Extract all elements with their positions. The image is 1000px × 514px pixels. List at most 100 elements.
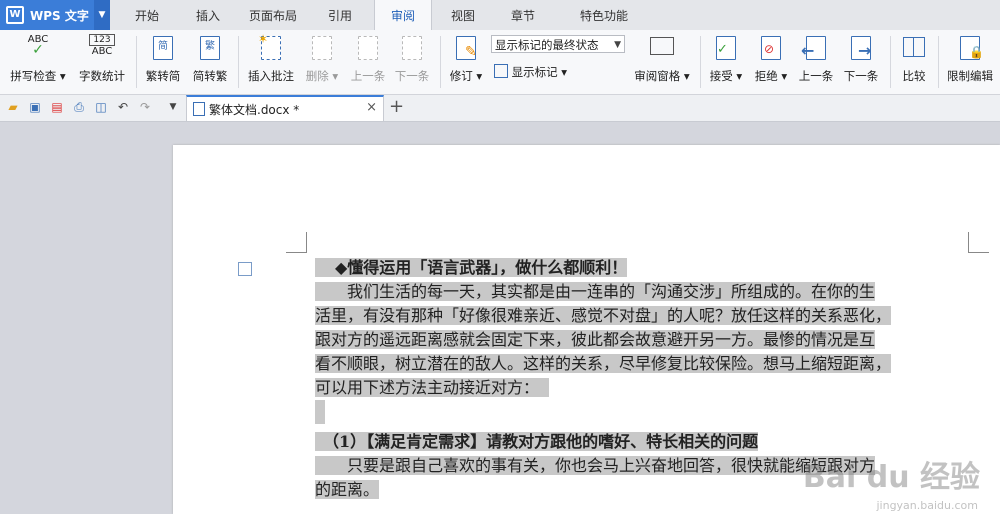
prev-change-label: 上一条 (798, 69, 834, 83)
paragraph-line: 看不顺眼，树立潜在的敌人。这样的关系，尽早修复比较保险。想马上缩短距离， (315, 354, 892, 373)
document-tab-name: 繁体文档.docx * (209, 103, 300, 117)
next-change-button[interactable]: → 下一条 (840, 34, 882, 90)
tab-chapter[interactable]: 章节 (501, 0, 545, 30)
document-tab[interactable]: 繁体文档.docx * × (186, 95, 384, 121)
paragraph-options-icon[interactable] (238, 262, 252, 276)
tab-review[interactable]: 审阅 (374, 0, 432, 31)
tab-special-features[interactable]: 特色功能 (563, 0, 645, 30)
new-tab-button[interactable]: + (389, 96, 404, 117)
accept-icon: ✓ (713, 36, 739, 62)
paragraph-line: 只要是跟自己喜欢的事有关，你也会马上兴奋地回答，很快就能缩短跟对方 (315, 456, 876, 475)
restrict-edit-label: 限制编辑 (947, 69, 993, 83)
prev-comment-label: 上一条 (350, 69, 386, 83)
ribbon-divider (890, 36, 891, 88)
paragraph-line: 跟对方的遥远距离感就会固定下来，彼此都会故意避开另一方。最惨的情况是互 (315, 330, 876, 349)
show-markup-button[interactable]: 显示标记 ▾ (494, 64, 567, 80)
abc-bottom-icon-text: ABC (91, 46, 113, 57)
tab-view[interactable]: 视图 (441, 0, 485, 30)
lock-icon: 🔒 (957, 36, 984, 62)
customize-dropdown-icon[interactable]: ▼ (166, 100, 180, 114)
next-comment-icon (399, 36, 425, 62)
paragraph-line: 活里，有没有那种「好像很难亲近、感觉不对盘」的人呢？放任这样的关系恶化， (315, 306, 892, 325)
trad-to-simp-icon: 简 (153, 36, 173, 60)
tab-references[interactable]: 引用 (318, 0, 362, 30)
print-icon[interactable]: ⎙ (72, 100, 86, 114)
review-ribbon: ABC ✓ 拼写检查 ▾ 123 ABC 字数统计 简 繁转简 繁 简转繁 ✶ … (0, 30, 1000, 95)
baidu-jingyan-watermark: Bai du 经验 (802, 460, 980, 495)
blank-line (315, 400, 325, 424)
display-mode-select[interactable]: 显示标记的最终状态 ▼ (491, 35, 625, 53)
watermark-url: jingyan.baidu.com (876, 499, 978, 512)
redo-icon[interactable]: ↷ (138, 100, 152, 114)
prev-change-button[interactable]: ← 上一条 (796, 34, 836, 90)
paragraph-line: 的距离。 (315, 480, 380, 499)
insert-comment-icon: ✶ (258, 32, 284, 62)
reject-button[interactable]: ⊘ 拒绝 ▾ (750, 34, 792, 90)
prev-comment-button[interactable]: 上一条 (346, 34, 390, 90)
close-icon[interactable]: × (366, 100, 377, 115)
revise-button[interactable]: ✎ 修订 ▾ (446, 34, 486, 90)
accept-label: 接受 (709, 69, 733, 83)
document-icon (193, 102, 205, 116)
insert-comment-label: 插入批注 (248, 69, 294, 83)
spell-check-label: 拼写检查 (10, 69, 57, 83)
ribbon-divider (136, 36, 137, 88)
open-folder-icon[interactable]: ▰ (6, 100, 20, 114)
ribbon-divider (440, 36, 441, 88)
delete-label: 删除 (305, 69, 329, 83)
margin-corner-mark (286, 232, 307, 253)
num-icon-text: 123 (89, 34, 115, 46)
trad-to-simp-button[interactable]: 简 繁转简 (142, 34, 184, 90)
spell-check-icon: ABC ✓ (25, 34, 51, 60)
paragraph-line: 可以用下述方法主动接近对方： (315, 378, 550, 397)
simp-to-trad-label: 简转繁 (192, 69, 228, 83)
save-icon[interactable]: ▣ (28, 100, 42, 114)
app-menu-button[interactable]: W WPS 文字 ▼ (0, 0, 110, 30)
show-markup-label: 显示标记 (511, 65, 558, 79)
compare-label: 比较 (902, 69, 926, 83)
restrict-edit-button[interactable]: 🔒 限制编辑 (942, 34, 998, 90)
track-changes-icon: ✎ (453, 36, 479, 62)
reject-label: 拒绝 (754, 69, 778, 83)
document-heading: ◆懂得运用「语言武器」，做什么都顺利！ (315, 258, 628, 277)
margin-corner-mark (968, 232, 989, 253)
compare-button[interactable]: 比较 (896, 34, 932, 90)
tab-insert[interactable]: 插入 (186, 0, 230, 30)
simp-to-trad-button[interactable]: 繁 简转繁 (188, 34, 232, 90)
next-comment-label: 下一条 (394, 69, 430, 83)
ribbon-divider (938, 36, 939, 88)
insert-comment-button[interactable]: ✶ 插入批注 (244, 32, 298, 90)
tab-home[interactable]: 开始 (125, 0, 169, 30)
tab-page-layout[interactable]: 页面布局 (244, 0, 302, 30)
compare-icon (901, 37, 927, 63)
next-comment-button[interactable]: 下一条 (390, 34, 434, 90)
wps-logo-icon: W (6, 6, 24, 24)
ribbon-divider (700, 36, 701, 88)
display-mode-value: 显示标记的最终状态 (495, 38, 599, 52)
word-count-button[interactable]: 123 ABC 字数统计 (74, 34, 130, 90)
delete-comment-button[interactable]: 删除 ▾ (302, 34, 342, 90)
next-change-label: 下一条 (843, 69, 879, 83)
print-preview-icon[interactable]: ◫ (94, 100, 108, 114)
ribbon-divider (238, 36, 239, 88)
prev-comment-icon (355, 36, 381, 62)
export-pdf-icon[interactable]: ▤ (50, 100, 64, 114)
review-pane-icon (649, 37, 675, 63)
undo-icon[interactable]: ↶ (116, 100, 130, 114)
word-count-label: 字数统计 (79, 69, 125, 83)
chevron-down-icon: ▼ (614, 40, 621, 50)
accept-button[interactable]: ✓ 接受 ▾ (706, 34, 746, 90)
reject-icon: ⊘ (758, 36, 784, 62)
trad-to-simp-label: 繁转简 (145, 69, 181, 83)
app-title: WPS 文字 (30, 8, 89, 23)
app-dropdown-icon[interactable]: ▼ (94, 0, 110, 30)
next-change-icon: → (848, 36, 874, 62)
paragraph-line: 我们生活的每一天，其实都是由一连串的「沟通交涉」所组成的。在你的生 (315, 282, 876, 301)
section-subheading: （1）【满足肯定需求】请教对方跟他的嗜好、特长相关的问题 (315, 432, 759, 451)
review-pane-button[interactable]: 审阅窗格 ▾ (630, 34, 694, 90)
spell-check-button[interactable]: ABC ✓ 拼写检查 ▾ (6, 34, 70, 90)
delete-comment-icon (309, 36, 335, 62)
simp-to-trad-icon: 繁 (200, 36, 220, 60)
menu-bar: W WPS 文字 ▼ 开始 插入 页面布局 引用 审阅 视图 章节 特色功能 (0, 0, 1000, 31)
quick-access-bar: ▰ ▣ ▤ ⎙ ◫ ↶ ↷ ▼ 繁体文档.docx * × + (0, 95, 1000, 122)
